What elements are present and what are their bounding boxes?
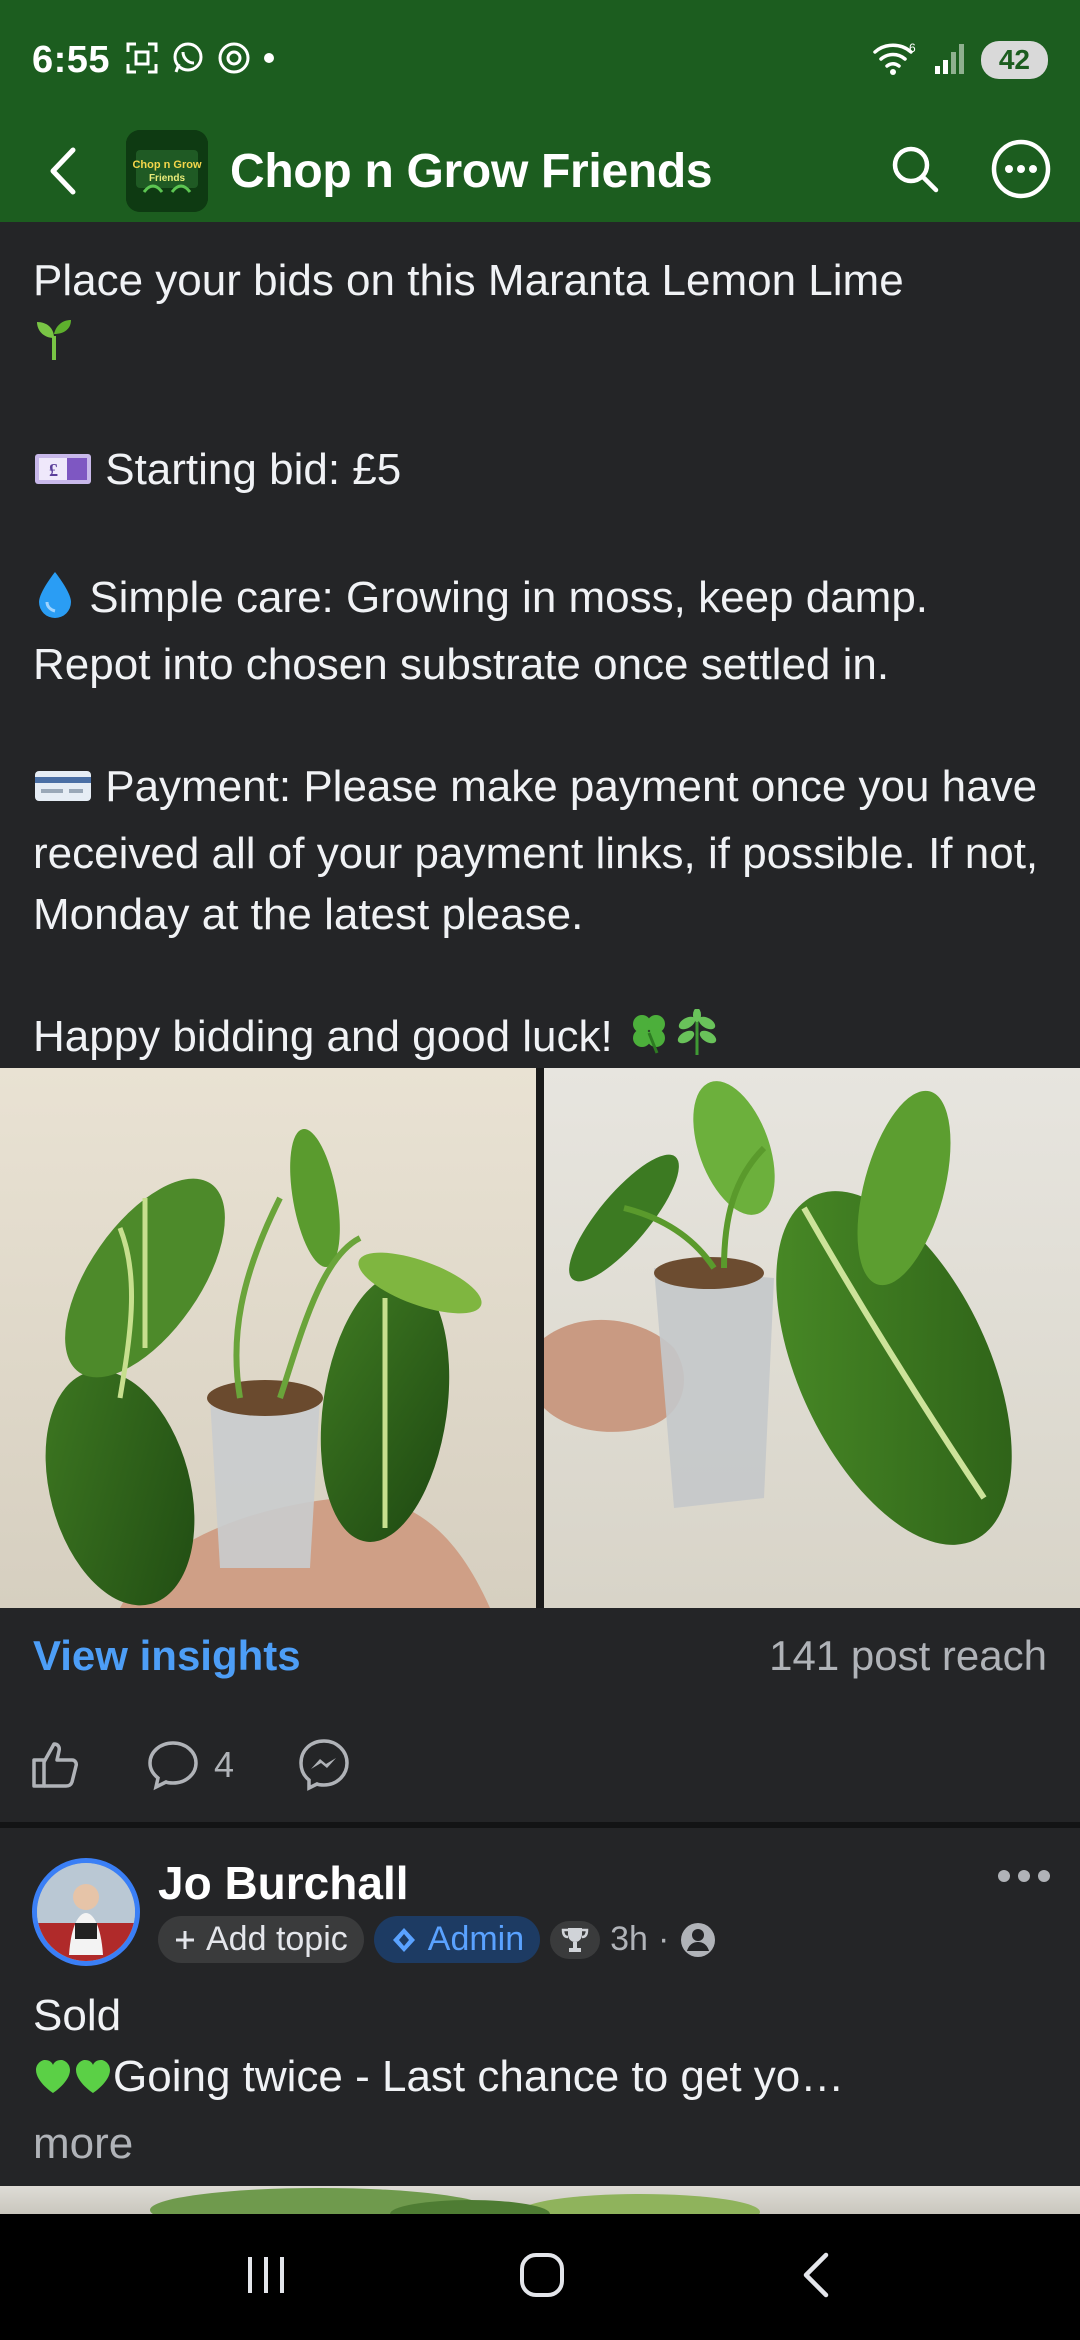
admin-shield-icon <box>392 1927 415 1952</box>
post-time: 3h <box>610 1920 648 1958</box>
wifi-icon: 6 <box>871 40 919 81</box>
credit-card-icon <box>33 762 93 823</box>
recent-apps-icon <box>248 2256 285 2293</box>
group-title[interactable]: Chop n Grow Friends <box>230 144 888 199</box>
next-post-line1: Sold <box>33 1991 122 2040</box>
plus-icon <box>176 1930 194 1949</box>
payment-text: Payment: Please make payment once you ha… <box>33 762 1039 939</box>
post-actions: 4 <box>30 1730 352 1800</box>
post-line-intro: Place your bids on this Maranta Lemon Li… <box>33 256 904 305</box>
four-leaf-clover-icon <box>625 1009 673 1073</box>
comment-icon <box>148 1741 198 1791</box>
admin-badge-label: Admin <box>427 1920 525 1958</box>
status-bar: 6:55 6 42 <box>0 0 1080 120</box>
top-contributor-badge <box>550 1920 601 1959</box>
svg-text:Friends: Friends <box>149 173 186 184</box>
next-post-line2: Going twice - Last chance to get yo… <box>113 2052 845 2101</box>
comment-button[interactable]: 4 <box>146 1738 234 1792</box>
add-topic-button[interactable]: Add topic <box>158 1916 364 1963</box>
meta-dot: · <box>657 1920 670 1958</box>
threads-icon <box>216 40 252 81</box>
whatsapp-icon <box>170 40 206 81</box>
notification-dot-icon <box>262 51 276 70</box>
thumbs-up-icon <box>32 1742 78 1788</box>
cell-signal-icon <box>933 40 967 81</box>
next-post-image-preview[interactable] <box>0 2186 1080 2214</box>
battery-indicator: 42 <box>980 41 1048 79</box>
messenger-icon <box>299 1739 349 1791</box>
insights-row: View insights 141 post reach <box>33 1632 1047 1680</box>
more-horizontal-icon <box>998 1870 1050 1882</box>
svg-text:Chop n Grow: Chop n Grow <box>132 159 201 171</box>
post-body: Place your bids on this Maranta Lemon Li… <box>33 250 1053 1073</box>
green-heart-icon <box>33 2052 73 2113</box>
post-reach: 141 post reach <box>769 1632 1047 1679</box>
green-heart-icon <box>73 2052 113 2113</box>
care-text: Simple care: Growing in moss, keep damp.… <box>33 573 929 689</box>
post-photos <box>0 1068 1080 1608</box>
more-options-icon[interactable] <box>990 138 1052 205</box>
plant-photo-1[interactable] <box>0 1068 536 1608</box>
system-back-button[interactable] <box>796 2251 836 2304</box>
next-post-header: Jo Burchall Add topic Admin 3h · <box>32 1856 1052 1968</box>
seedling-icon <box>33 314 75 378</box>
svg-text:£: £ <box>49 460 58 480</box>
comment-count: 4 <box>214 1744 235 1785</box>
see-more-link[interactable]: more <box>33 2113 1053 2174</box>
closing-text: Happy bidding and good luck! <box>33 1012 613 1061</box>
back-button[interactable] <box>28 136 98 206</box>
post-options-button[interactable] <box>996 1866 1052 1891</box>
members-audience-icon <box>681 1922 716 1957</box>
next-post-body: Sold Going twice - Last chance to get yo… <box>33 1985 1053 2174</box>
add-topic-label: Add topic <box>206 1920 348 1958</box>
like-button[interactable] <box>30 1738 84 1792</box>
status-time: 6:55 <box>32 38 111 81</box>
back-icon <box>803 2252 828 2297</box>
droplet-icon <box>33 570 77 634</box>
banknote-icon: £ <box>33 445 93 506</box>
recent-apps-button[interactable] <box>244 2253 288 2302</box>
plant-photo-2[interactable] <box>544 1068 1080 1608</box>
group-logo[interactable]: Chop n Grow Friends <box>126 130 208 212</box>
home-button[interactable] <box>517 2250 567 2305</box>
author-avatar[interactable] <box>32 1858 140 1966</box>
search-icon[interactable] <box>888 142 942 201</box>
starting-bid-text: Starting bid: £5 <box>105 445 402 494</box>
post-meta: Add topic Admin 3h · <box>158 1916 717 1963</box>
wifi-generation-label: 6 <box>909 41 916 55</box>
trophy-icon <box>561 1927 589 1952</box>
herb-icon <box>673 1008 721 1073</box>
system-nav-bar <box>0 2214 1080 2340</box>
admin-badge: Admin <box>373 1916 541 1963</box>
view-insights-link[interactable]: View insights <box>33 1632 301 1680</box>
post-divider <box>0 1822 1080 1828</box>
messenger-share-button[interactable] <box>296 1737 352 1793</box>
home-icon <box>519 2252 564 2297</box>
screenshot-icon <box>124 40 160 81</box>
app-header: Chop n Grow Friends Chop n Grow Friends <box>0 120 1080 222</box>
author-name[interactable]: Jo Burchall <box>158 1856 409 1910</box>
